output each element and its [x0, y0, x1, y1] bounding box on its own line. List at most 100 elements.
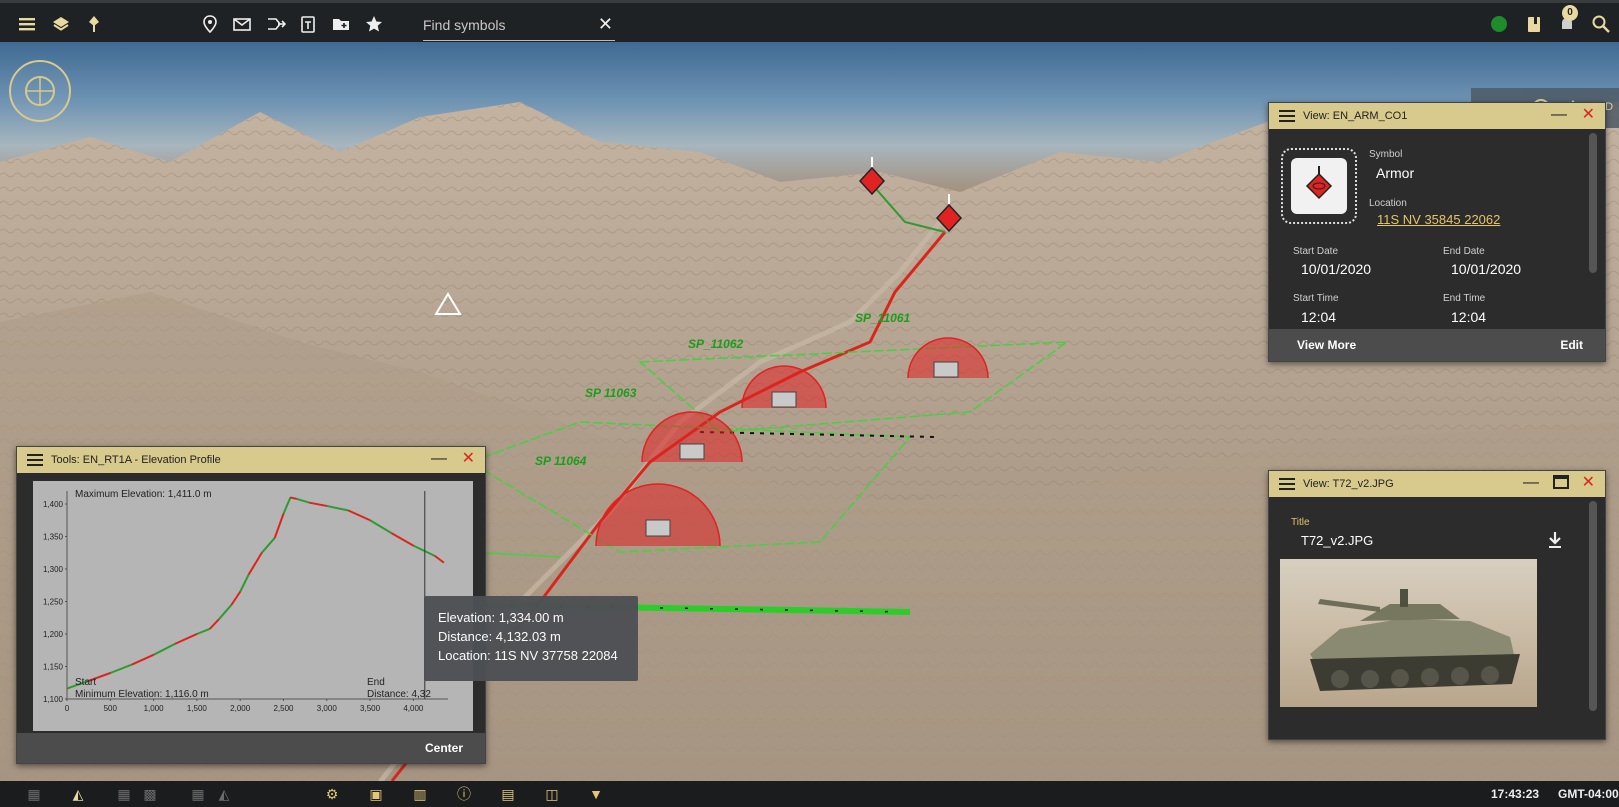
template-icon[interactable]	[297, 13, 319, 35]
minimize-icon[interactable]: —	[1523, 475, 1539, 491]
elevation-point	[248, 573, 250, 575]
layers-icon[interactable]	[50, 13, 72, 35]
y-tick-label: 1,250	[43, 598, 64, 607]
message-icon[interactable]	[231, 13, 253, 35]
elevation-line-segment	[153, 642, 176, 656]
elevation-line-segment	[391, 532, 414, 547]
symbol-value: Armor	[1376, 165, 1415, 181]
tooltip-distance: Distance: 4,132.03 m	[438, 629, 561, 644]
elevation-point	[152, 654, 155, 656]
settings-gear-icon[interactable]: ⚙	[322, 785, 342, 803]
search-icon[interactable]	[1590, 13, 1612, 35]
location-link[interactable]: 11S NV 35845 22062	[1377, 212, 1500, 227]
y-tick-label: 1,400	[43, 500, 64, 509]
location-pin-icon[interactable]	[199, 13, 221, 35]
close-icon[interactable]: ✕	[462, 451, 475, 467]
symbol-detail-panel: View: EN_ARM_CO1 — ✕ Symbol Armor Locati…	[1268, 102, 1606, 362]
bookmark-icon[interactable]	[1523, 13, 1545, 35]
x-tick-label: 3,500	[360, 704, 381, 713]
elevation-tooltip: Elevation: 1,334.00 m Distance: 4,132.03…	[424, 596, 638, 681]
route-icon[interactable]	[265, 13, 287, 35]
center-button[interactable]: Center	[425, 741, 463, 755]
elevation-point	[369, 519, 371, 521]
y-tick-label: 1,350	[43, 533, 64, 542]
star-icon[interactable]	[363, 13, 385, 35]
max-elevation-label: Maximum Elevation: 1,411.0 m	[75, 489, 212, 500]
elevation-point	[174, 643, 176, 645]
scrollbar[interactable]	[1589, 133, 1597, 273]
folder-add-icon[interactable]	[330, 13, 352, 35]
grid-2d-3d-icon[interactable]: ▦	[188, 785, 208, 803]
download-icon[interactable]	[1547, 531, 1563, 554]
menu-icon[interactable]	[16, 13, 38, 35]
help-icon[interactable]: ⓘ	[454, 785, 474, 803]
title-value: T72_v2.JPG	[1301, 533, 1374, 548]
maximize-icon[interactable]	[1553, 475, 1569, 493]
end-date-value: 10/01/2020	[1451, 261, 1522, 277]
menu-icon[interactable]	[27, 454, 43, 466]
compass-icon[interactable]	[9, 60, 71, 122]
close-icon[interactable]: ✕	[1582, 107, 1595, 123]
tooltip-elevation: Elevation: 1,334.00 m	[438, 610, 564, 625]
title-label: Title	[1291, 517, 1310, 528]
minimize-icon[interactable]: —	[1551, 107, 1567, 123]
minimize-icon[interactable]: —	[431, 451, 447, 467]
start-time-value: 12:04	[1301, 309, 1337, 325]
elevation-line-segment	[273, 513, 285, 539]
elevation-line-segment	[217, 604, 233, 621]
x-tick-label: 0	[65, 704, 70, 713]
calculator-icon[interactable]: ▤	[498, 785, 518, 803]
search-input[interactable]	[423, 13, 583, 37]
elevation-line-segment	[230, 591, 242, 606]
elevation-point	[282, 513, 285, 515]
top-toolbar: ✕ 0	[0, 0, 1619, 42]
y-tick-label: 1,150	[43, 663, 64, 672]
start-label: Start	[75, 677, 97, 688]
location-label: Location	[1369, 198, 1407, 209]
wifi-icon[interactable]: ▼	[586, 785, 606, 803]
x-tick-label: 3,000	[317, 704, 338, 713]
elevation-line-segment	[309, 501, 327, 507]
elevation-line-segment	[282, 497, 292, 515]
panel-header: Tools: EN_RT1A - Elevation Profile — ✕	[17, 447, 485, 473]
tooltip-location: Location: 11S NV 37758 22084	[438, 648, 618, 663]
map-3d-icon[interactable]: ◭	[68, 785, 88, 803]
end-date-label: End Date	[1443, 246, 1485, 257]
elevation-point	[217, 619, 220, 621]
elevation-point	[391, 532, 393, 534]
edit-button[interactable]: Edit	[1560, 338, 1583, 352]
elevation-point	[326, 505, 328, 507]
elevation-point	[289, 496, 292, 499]
symbol-search: ✕	[423, 9, 615, 41]
elevation-point	[412, 545, 414, 547]
elevation-line-segment	[196, 627, 211, 635]
menu-icon[interactable]	[1279, 110, 1295, 122]
elevation-line-segment	[434, 555, 445, 564]
x-tick-label: 500	[104, 704, 118, 713]
view-more-button[interactable]: View More	[1297, 338, 1356, 352]
elevation-line-segment	[369, 519, 393, 535]
x-tick-label: 2,500	[273, 704, 294, 713]
elevation-line-segment	[412, 544, 436, 557]
elevation-line-segment	[209, 619, 220, 630]
notification-bell-icon[interactable]: 0	[1556, 5, 1578, 35]
scrollbar[interactable]	[1589, 501, 1597, 711]
x-tick-label: 2,000	[230, 704, 251, 713]
grid-2d-icon[interactable]: ▦	[24, 785, 44, 803]
chart-icon[interactable]: ▥	[410, 785, 430, 803]
elevation-point	[347, 509, 350, 512]
pin-icon[interactable]	[83, 13, 105, 35]
elevation-point	[239, 591, 241, 593]
panel-title: Tools: EN_RT1A - Elevation Profile	[51, 454, 221, 466]
dashboard-icon[interactable]: ▩	[140, 785, 160, 803]
image-viewer-panel: View: T72_v2.JPG — ✕ Title T72_v2.JPG	[1268, 470, 1606, 740]
map-2d-3d-icon[interactable]: ◭	[214, 785, 234, 803]
grid-2d-split-icon[interactable]: ▦	[114, 785, 134, 803]
min-elevation-label: Minimum Elevation: 1,116.0 m	[75, 689, 209, 700]
close-icon[interactable]: ✕	[1582, 475, 1595, 491]
menu-icon[interactable]	[1279, 478, 1295, 490]
elevation-chart[interactable]: 1,100 1,150 1,200 1,250 1,300 1,350 1,400 0 500 1…	[33, 481, 473, 731]
video-icon[interactable]: ▣	[366, 785, 386, 803]
clear-search-icon[interactable]: ✕	[598, 14, 613, 35]
focus-icon[interactable]: ◫	[542, 785, 562, 803]
